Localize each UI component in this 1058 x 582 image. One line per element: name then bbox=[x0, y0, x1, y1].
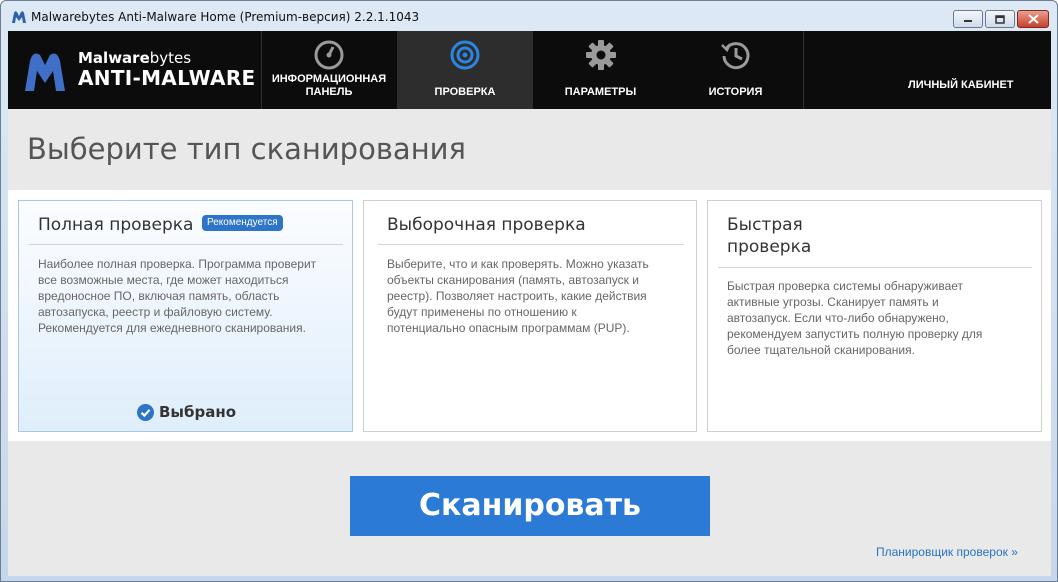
card-description: Выберите, что и как проверять. Можно ука… bbox=[387, 257, 649, 335]
product-logo: Malwarebytes ANTI-MALWARE bbox=[22, 49, 262, 93]
client-area: Malwarebytes ANTI-MALWARE ИНФОРМАЦИОННАЯ… bbox=[8, 31, 1051, 576]
card-description: Быстрая проверка системы обнаруживает ак… bbox=[727, 279, 983, 357]
scan-type-card-custom[interactable]: Выборочная проверка Выберите, что и как … bbox=[363, 200, 697, 432]
card-title: Выборочная проверка bbox=[387, 215, 586, 235]
nav-tab-settings-label: ПАРАМЕТРЫ bbox=[564, 86, 637, 98]
close-button[interactable] bbox=[1017, 10, 1049, 28]
top-navigation: Malwarebytes ANTI-MALWARE ИНФОРМАЦИОННАЯ… bbox=[8, 31, 1051, 109]
recommended-badge: Рекомендуется bbox=[202, 215, 283, 231]
card-title: Полная проверка bbox=[38, 215, 194, 235]
card-title: Быстрая проверка bbox=[727, 215, 812, 257]
close-icon bbox=[1027, 14, 1039, 24]
nav-tab-history-label: ИСТОРИЯ bbox=[708, 86, 763, 98]
selected-label: Выбрано bbox=[159, 403, 236, 421]
page-title: Выберите тип сканирования bbox=[27, 132, 466, 166]
nav-tab-settings[interactable]: ПАРАМЕТРЫ bbox=[533, 31, 668, 109]
nav-tab-history[interactable]: ИСТОРИЯ bbox=[668, 31, 803, 109]
card-divider bbox=[378, 244, 684, 245]
clock-history-icon bbox=[720, 42, 749, 70]
nav-divider bbox=[803, 31, 804, 109]
logo-product-name: ANTI-MALWARE bbox=[78, 66, 256, 90]
nav-my-account-link[interactable]: ЛИЧНЫЙ КАБИНЕТ bbox=[908, 79, 1014, 91]
nav-tab-scan[interactable]: ПРОВЕРКА bbox=[397, 31, 533, 109]
scan-type-cards: Полная проверка Рекомендуется Наиболее п… bbox=[8, 190, 1051, 441]
card-divider bbox=[718, 267, 1032, 268]
minimize-icon bbox=[964, 20, 972, 22]
nav-tab-dashboard[interactable]: ИНФОРМАЦИОННАЯ ПАНЕЛЬ bbox=[261, 31, 397, 109]
maximize-button[interactable] bbox=[985, 10, 1015, 28]
scan-button[interactable]: Сканировать bbox=[350, 476, 710, 536]
app-window: Malwarebytes Anti-Malware Home (Premium-… bbox=[0, 0, 1058, 582]
window-title: Malwarebytes Anti-Malware Home (Premium-… bbox=[31, 10, 420, 24]
title-bar[interactable]: Malwarebytes Anti-Malware Home (Premium-… bbox=[1, 1, 1057, 31]
checkmark-circle-icon bbox=[137, 403, 154, 421]
scan-scheduler-link[interactable]: Планировщик проверок » bbox=[876, 545, 1018, 559]
malwarebytes-app-icon bbox=[12, 11, 26, 23]
scan-target-icon bbox=[450, 40, 480, 70]
card-description: Наиболее полная проверка. Программа пров… bbox=[38, 257, 317, 335]
maximize-icon bbox=[995, 14, 1005, 24]
selected-indicator: Выбрано bbox=[137, 402, 236, 422]
nav-tab-scan-label: ПРОВЕРКА bbox=[434, 86, 496, 98]
speedometer-icon bbox=[314, 40, 344, 70]
logo-wordmark: Malwarebytes bbox=[78, 49, 192, 67]
minimize-button[interactable] bbox=[953, 10, 983, 28]
scan-type-card-quick[interactable]: Быстрая проверка Быстрая проверка систем… bbox=[707, 200, 1042, 432]
malwarebytes-logo-icon bbox=[25, 53, 65, 91]
nav-tab-dashboard-label: ИНФОРМАЦИОННАЯ ПАНЕЛЬ bbox=[271, 73, 387, 98]
scan-type-card-full[interactable]: Полная проверка Рекомендуется Наиболее п… bbox=[18, 200, 353, 432]
card-divider bbox=[29, 244, 343, 245]
gear-icon bbox=[585, 40, 616, 70]
